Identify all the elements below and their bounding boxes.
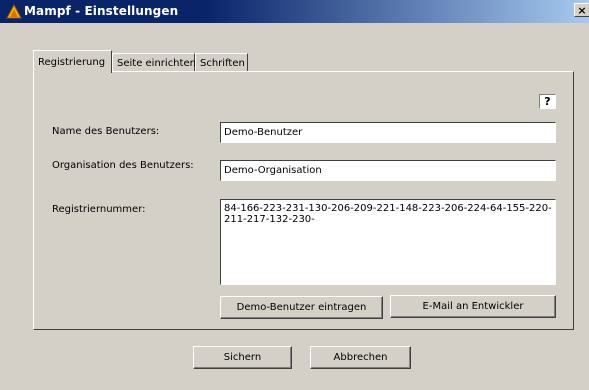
organization-field[interactable]: Demo-Organisation	[220, 160, 556, 181]
window-title: Mampf - Einstellungen	[24, 4, 179, 18]
tab-seite-einrichten[interactable]: Seite einrichten	[112, 53, 196, 71]
organization-label: Organisation des Benutzers:	[52, 160, 194, 171]
help-button[interactable]: ?	[539, 94, 556, 109]
regnum-label: Registriernummer:	[52, 204, 146, 215]
user-name-field[interactable]: Demo-Benutzer	[220, 122, 556, 143]
email-developer-button[interactable]: E-Mail an Entwickler	[390, 295, 556, 318]
tab-schriften[interactable]: Schriften	[195, 53, 248, 71]
tab-label: Schriften	[200, 58, 245, 69]
tab-registrierung[interactable]: Registrierung	[33, 50, 112, 73]
tab-label: Registrierung	[38, 57, 106, 68]
user-name-label: Name des Benutzers:	[52, 126, 160, 137]
title-bar: Mampf - Einstellungen ×	[0, 0, 589, 23]
regnum-field[interactable]: 84-166-223-231-130-206-209-221-148-223-2…	[220, 199, 556, 285]
tab-label: Seite einrichten	[117, 58, 196, 69]
demo-user-button[interactable]: Demo-Benutzer eintragen	[220, 296, 383, 319]
close-button[interactable]: ×	[574, 3, 589, 17]
app-icon	[6, 4, 22, 19]
cancel-button[interactable]: Abbrechen	[310, 346, 411, 369]
save-button[interactable]: Sichern	[193, 346, 292, 369]
close-icon: ×	[577, 4, 587, 17]
